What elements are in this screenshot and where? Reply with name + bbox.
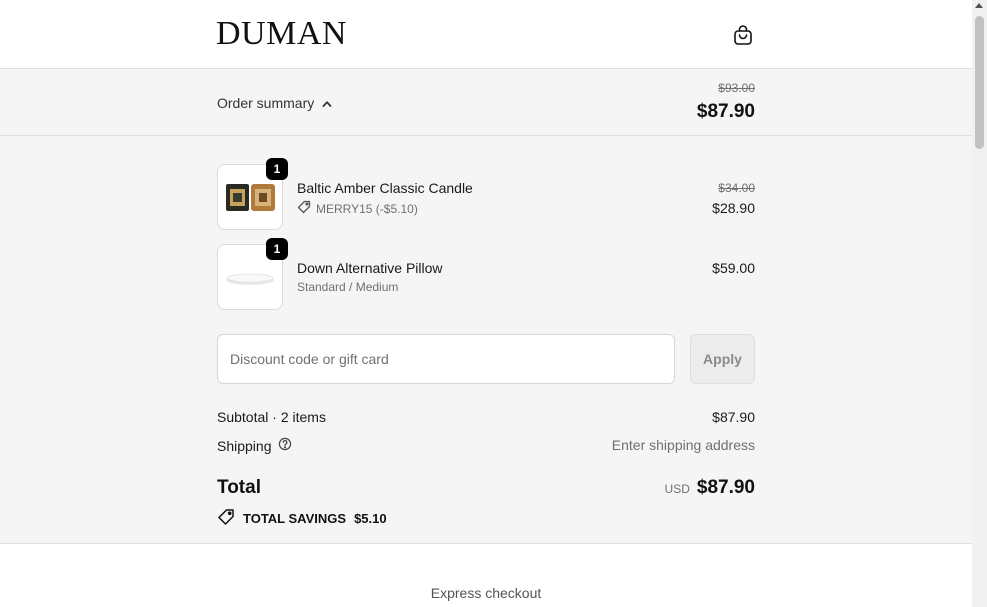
item-name: Down Alternative Pillow [297, 260, 443, 276]
shipping-label: Shipping [217, 437, 272, 454]
express-checkout-label: Express checkout [430, 585, 542, 601]
shopping-bag-icon[interactable] [731, 23, 755, 47]
summary-original-total: $93.00 [718, 81, 755, 95]
item-original-price: $34.00 [718, 181, 755, 195]
total-label: Total [217, 477, 261, 498]
subtotal-value: $87.90 [712, 409, 755, 425]
discount-code-label: MERRY15 (-$5.10) [316, 201, 418, 216]
scrollbar[interactable] [972, 0, 987, 607]
currency-code: USD [664, 482, 690, 496]
quantity-badge: 1 [266, 158, 288, 180]
discount-code-input[interactable] [217, 334, 675, 384]
order-summary-label: Order summary [217, 95, 315, 111]
shipping-value: Enter shipping address [611, 437, 755, 453]
item-discount: MERRY15 (-$5.10) [297, 200, 418, 217]
item-price: $59.00 [712, 260, 755, 276]
item-variant: Standard / Medium [297, 280, 399, 294]
store-logo[interactable]: DUMAN [216, 14, 347, 54]
quantity-badge: 1 [266, 238, 288, 260]
order-summary-bar: Order summary $93.00 $87.90 [0, 69, 972, 136]
item-price: $28.90 [712, 200, 755, 216]
scroll-up-arrow-icon[interactable] [975, 3, 983, 8]
help-icon[interactable] [278, 437, 292, 454]
scrollbar-thumb[interactable] [975, 16, 984, 149]
subtotal-label: Subtotal · 2 items [217, 409, 326, 425]
header: DUMAN [0, 0, 972, 69]
line-item: 1 Down Alternative Pillow Standard / Med… [217, 238, 755, 310]
savings-value: $5.10 [354, 511, 387, 526]
tag-icon [217, 508, 235, 529]
order-summary-panel: 1 Baltic Amber Classic Candle MERRY15 (-… [0, 136, 972, 544]
total-value: USD $87.90 [665, 477, 755, 499]
apply-discount-button[interactable]: Apply [690, 334, 755, 384]
checkout-page: DUMAN Order summary $93.00 $87.90 1 Balt… [0, 0, 972, 607]
tag-icon [297, 200, 311, 217]
chevron-up-icon [322, 95, 332, 111]
line-item: 1 Baltic Amber Classic Candle MERRY15 (-… [217, 158, 755, 230]
item-name: Baltic Amber Classic Candle [297, 180, 473, 196]
total-amount: $87.90 [696, 477, 755, 498]
savings-label: TOTAL SAVINGS [243, 511, 347, 526]
shipping-row: Shipping [217, 437, 292, 454]
order-summary-toggle[interactable]: Order summary [217, 95, 332, 111]
summary-total: $87.90 [696, 101, 755, 122]
total-savings: TOTAL SAVINGS $5.10 [217, 508, 387, 529]
